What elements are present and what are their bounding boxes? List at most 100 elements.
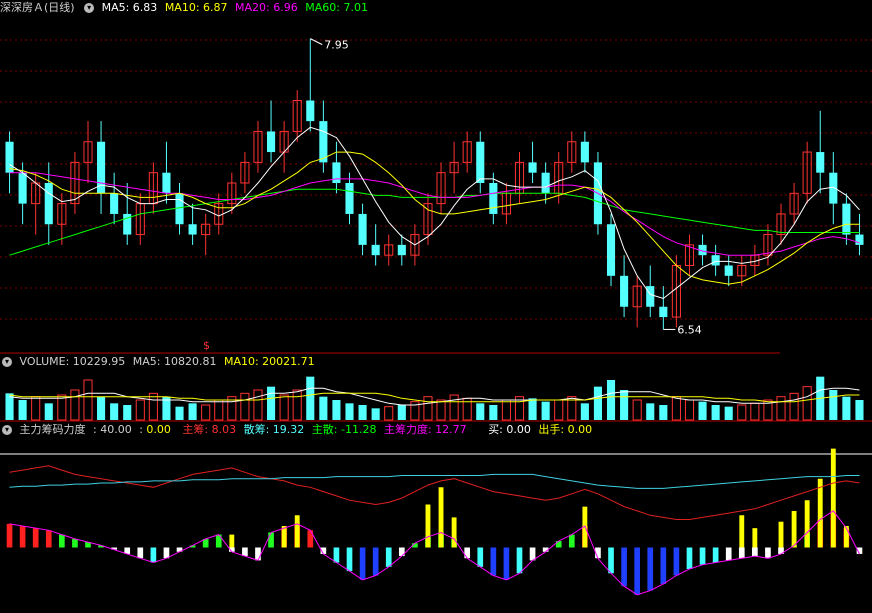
- volume-bar: [671, 396, 681, 421]
- volume-bar: [201, 404, 211, 421]
- volume-bar: [110, 403, 119, 420]
- volume-bar: [371, 408, 380, 420]
- candle-body: [175, 193, 184, 225]
- zhusan-readout: 主散: -11.28: [311, 423, 377, 436]
- volume-bar: [188, 403, 197, 420]
- candle-body: [659, 306, 668, 318]
- indicator-line-cyan: [9, 473, 860, 489]
- candle-body: [266, 131, 276, 153]
- volume-bar: [175, 406, 184, 420]
- zhuchou-lidu-readout: 主筹力度: 12.77: [383, 423, 467, 436]
- volume-bar: [554, 399, 564, 421]
- candle-body: [606, 224, 616, 276]
- candle-body: [18, 172, 27, 204]
- candle-body: [332, 162, 341, 183]
- candle-body: [541, 172, 550, 194]
- candle-body: [188, 224, 197, 235]
- candle-body: [620, 275, 629, 307]
- grid-layer: [0, 39, 872, 455]
- zhuchou-readout: 主筹: 8.03: [182, 423, 237, 436]
- volume-bar: [528, 398, 537, 420]
- volume-bar: [684, 399, 695, 421]
- volume-bar: [44, 403, 53, 420]
- candle-body: [345, 183, 354, 214]
- volume-header: ▾ VOLUME: 10229.95 MA5: 10820.81 MA10: 2…: [0, 355, 319, 369]
- volume-bar: [632, 399, 642, 421]
- ma20-readout: MA20: 6.96: [235, 1, 298, 14]
- buy-readout: 买: 0.00: [488, 423, 531, 436]
- volume-bar: [449, 394, 459, 421]
- volume-bar: [292, 389, 302, 421]
- ma20-line: [9, 172, 860, 256]
- candle-body: [829, 172, 838, 204]
- indicator-layer: [6, 448, 863, 596]
- volume-bar: [31, 396, 41, 421]
- volume-bar: [829, 390, 838, 420]
- volume-bar: [345, 403, 354, 420]
- volume-bar: [279, 394, 289, 421]
- event-dollar-marker: $: [203, 339, 210, 352]
- volume-bar: [750, 402, 760, 421]
- candle-body: [580, 141, 589, 163]
- candle-body: [5, 141, 14, 173]
- volume-bar: [476, 403, 485, 420]
- volume-bar: [97, 396, 106, 420]
- indicator-name[interactable]: 主力筹码力度 : 40.00 : 0.00: [20, 423, 175, 436]
- volume-bar: [593, 386, 603, 420]
- candle-body: [358, 213, 367, 245]
- volume-bar: [737, 404, 747, 421]
- volume-bar: [319, 396, 328, 420]
- volume-bar: [659, 405, 668, 420]
- ma10-readout: MA10: 6.87: [164, 1, 228, 14]
- volume-bar: [358, 405, 367, 420]
- indicator-header: ▾ 主力筹码力度 : 40.00 : 0.00 主筹: 8.03 散筹: 19.…: [0, 423, 596, 437]
- candle-body: [110, 193, 119, 214]
- volume-bar: [789, 392, 799, 421]
- indicator-title: 主力筹码力度: [19, 423, 86, 436]
- volume-readout: VOLUME: 10229.95: [19, 355, 126, 368]
- candle-body: [306, 100, 315, 122]
- volume-bar: [18, 400, 27, 420]
- volume-bar: [698, 401, 707, 420]
- volume-bar: [436, 399, 446, 421]
- volume-bar: [855, 400, 864, 420]
- candle-body: [489, 183, 498, 214]
- volume-bar: [423, 396, 433, 421]
- volume-layer: [5, 376, 864, 421]
- candle-body: [816, 152, 825, 173]
- dropdown-circle-icon[interactable]: ▾: [84, 3, 95, 13]
- candle-body: [842, 203, 851, 235]
- volume-bar: [541, 401, 550, 420]
- low-price-marker: 6.54: [677, 323, 702, 336]
- volume-bar: [253, 389, 263, 421]
- dropdown-circle-icon[interactable]: ▾: [2, 425, 12, 435]
- candle-body: [711, 255, 720, 266]
- volume-bar: [135, 399, 145, 421]
- ma60-line: [9, 188, 860, 256]
- price-layer: [5, 38, 864, 330]
- sell-readout: 出手: 0.00: [538, 423, 593, 436]
- volume-bar: [397, 405, 406, 420]
- volume-bar: [384, 406, 394, 421]
- volume-bar: [70, 389, 80, 421]
- volume-bar: [776, 396, 786, 421]
- volume-bar: [711, 405, 720, 420]
- ma60-readout: MA60: 7.01: [305, 1, 368, 14]
- volume-bar: [83, 379, 93, 421]
- volume-bar: [802, 386, 812, 421]
- candle-body: [371, 244, 380, 256]
- volume-bar: [266, 386, 276, 420]
- ma10-line: [9, 151, 860, 285]
- volume-bar: [501, 399, 511, 421]
- high-price-marker: 7.95: [324, 39, 349, 52]
- volume-bar: [842, 396, 851, 420]
- chart-canvas: 7.95 6.54 $: [0, 38, 872, 596]
- indicator-value1: 40.00: [100, 423, 132, 436]
- stock-name[interactable]: 深深房Ａ(日线): [0, 1, 75, 14]
- candle-body: [319, 121, 328, 163]
- sanchou-readout: 散筹: 19.32: [243, 423, 305, 436]
- dropdown-circle-icon[interactable]: ▾: [2, 357, 12, 367]
- volume-bar: [214, 399, 224, 421]
- candle-body: [44, 183, 53, 225]
- volume-bar: [306, 376, 315, 420]
